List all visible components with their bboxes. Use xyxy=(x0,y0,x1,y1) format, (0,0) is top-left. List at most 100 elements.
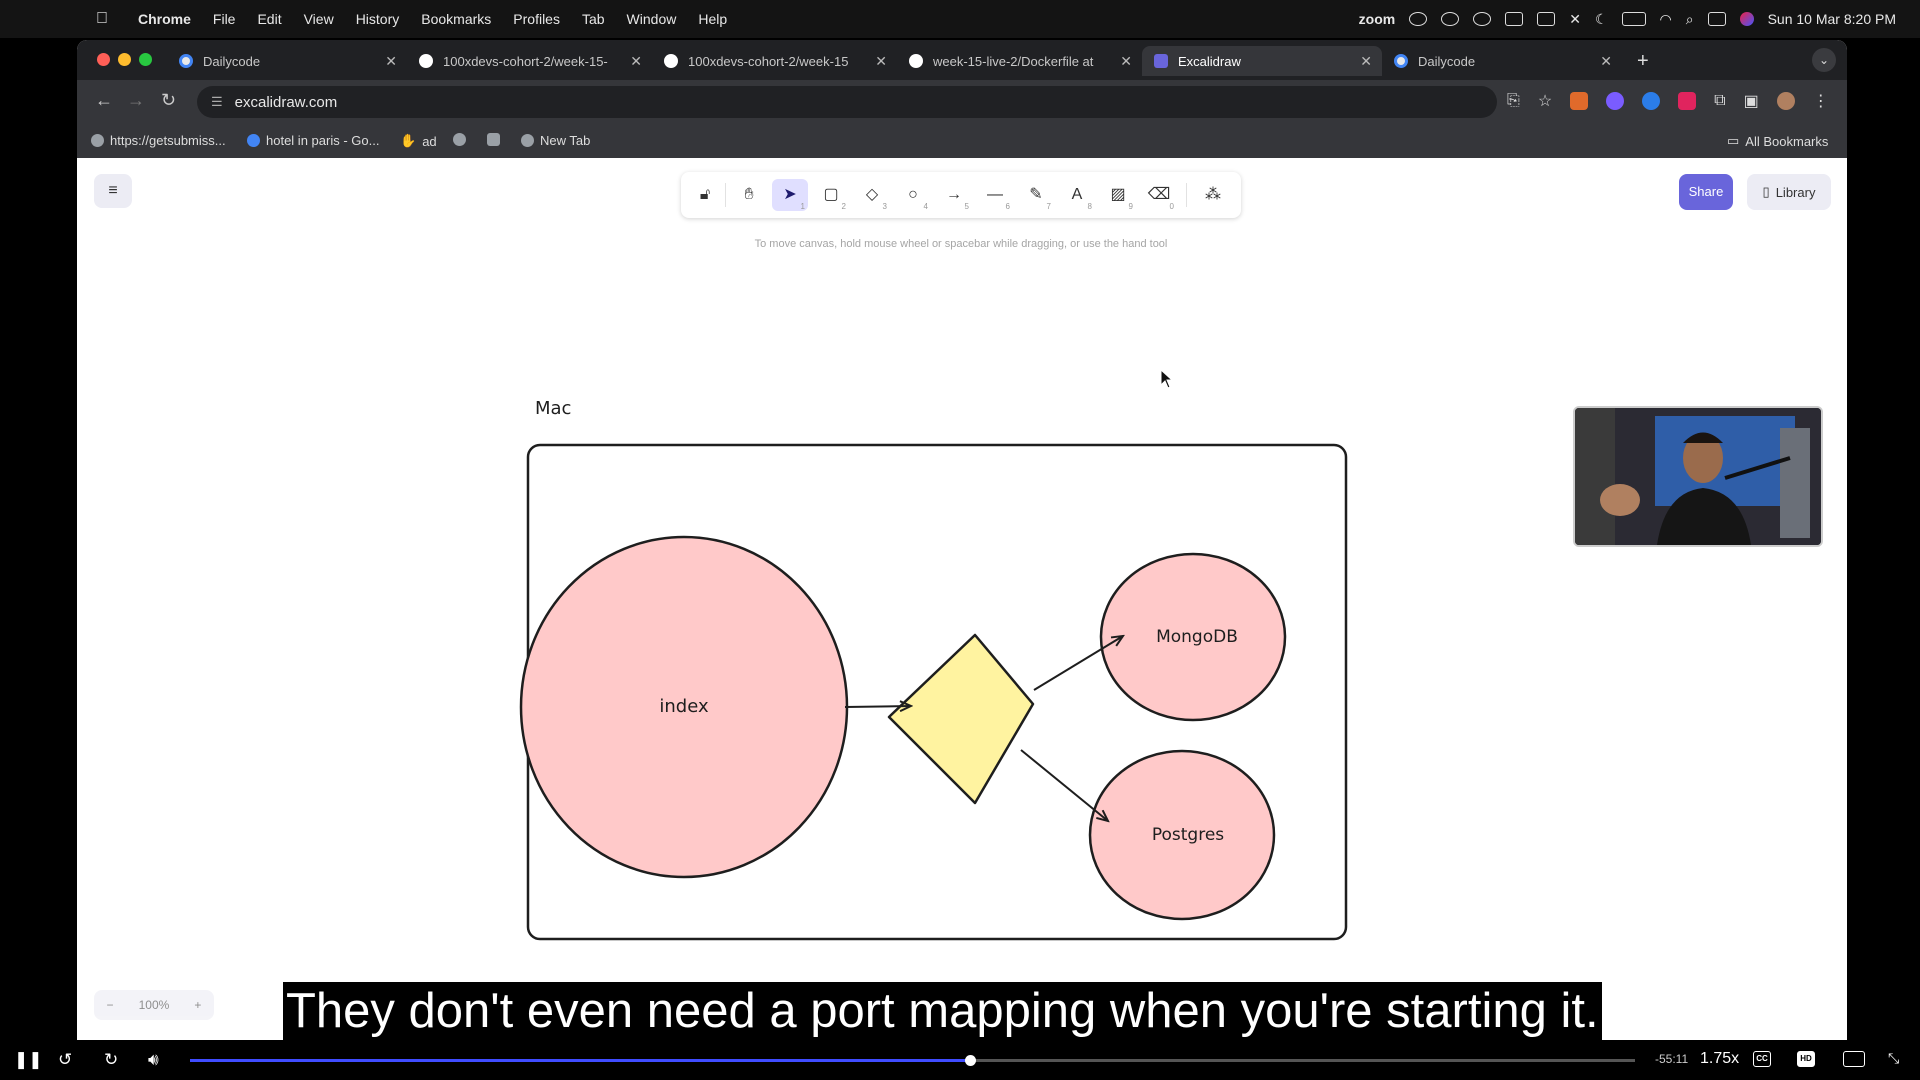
extension-3-icon[interactable] xyxy=(1642,92,1661,110)
menu-edit[interactable]: Edit xyxy=(257,11,281,27)
tab-close-icon[interactable]: ✕ xyxy=(1360,53,1372,70)
bookmark-item[interactable]: New Tab xyxy=(521,133,590,148)
menu-tab[interactable]: Tab xyxy=(582,11,605,27)
extensions-puzzle-icon[interactable]: ⧉ xyxy=(1714,92,1725,110)
rewind-icon[interactable]: ↺ xyxy=(58,1050,72,1070)
maximize-window-button[interactable] xyxy=(139,53,152,66)
menu-help[interactable]: Help xyxy=(698,11,727,27)
extension-4-icon[interactable] xyxy=(1678,92,1697,110)
zoom-level[interactable]: 100% xyxy=(139,998,170,1012)
chrome-menu-icon[interactable]: ⋮ xyxy=(1813,91,1829,111)
battery-icon[interactable] xyxy=(1621,12,1646,26)
tab-excalidraw[interactable]: Excalidraw ✕ xyxy=(1142,46,1382,76)
tab-github-2[interactable]: 100xdevs-cohort-2/week-15 ✕ xyxy=(652,46,897,76)
wifi-icon[interactable]: ◠ xyxy=(1660,11,1672,28)
frame-label[interactable]: Mac xyxy=(535,398,571,419)
site-info-icon[interactable]: ☰ xyxy=(211,94,223,110)
mouse-cursor-icon xyxy=(1160,369,1174,389)
all-bookmarks[interactable]: ▭ All Bookmarks xyxy=(1727,133,1828,149)
extension-1-icon[interactable] xyxy=(1570,92,1589,110)
url-text[interactable]: excalidraw.com xyxy=(235,94,338,111)
arrow-to-postgres[interactable] xyxy=(1020,749,1108,821)
menu-profiles[interactable]: Profiles xyxy=(513,11,560,27)
bookmark-item[interactable]: ✋ ad xyxy=(400,133,437,149)
zoom-out-icon[interactable]: − xyxy=(107,998,114,1012)
picture-in-picture-icon[interactable] xyxy=(1843,1051,1865,1067)
tab-label: 100xdevs-cohort-2/week-15- xyxy=(443,53,608,69)
new-tab-icon[interactable]: + xyxy=(1637,50,1649,73)
zoom-controls[interactable]: − 100% + xyxy=(94,990,214,1020)
menu-view[interactable]: View xyxy=(304,11,334,27)
reload-icon[interactable]: ↻ xyxy=(161,90,176,111)
clipboard-icon[interactable] xyxy=(1537,12,1556,26)
address-bar[interactable]: ☰ excalidraw.com xyxy=(197,86,1497,118)
apple-icon[interactable]:  xyxy=(96,10,116,28)
bookmark-star-icon[interactable]: ☆ xyxy=(1538,91,1552,111)
volume-icon[interactable]: 🔊︎ xyxy=(148,1050,159,1070)
menu-extra-icon[interactable] xyxy=(1473,12,1492,26)
all-bookmarks-label: All Bookmarks xyxy=(1745,133,1829,149)
raised-hand-icon[interactable] xyxy=(1441,12,1460,26)
zoom-in-icon[interactable]: + xyxy=(194,998,201,1012)
tab-strip: Dailycode ✕ 100xdevs-cohort-2/week-15- ✕… xyxy=(77,40,1847,80)
pause-icon[interactable]: ❚❚ xyxy=(14,1050,43,1070)
tab-github-3[interactable]: week-15-live-2/Dockerfile at ✕ xyxy=(897,46,1142,76)
close-status-icon[interactable]: ✕ xyxy=(1569,11,1581,28)
tab-dailycode-2[interactable]: Dailycode ✕ xyxy=(1382,46,1622,76)
mongodb-label[interactable]: MongoDB xyxy=(1156,627,1238,647)
tab-dailycode-1[interactable]: Dailycode ✕ xyxy=(167,46,407,76)
router-diamond[interactable] xyxy=(887,633,1035,805)
menu-file[interactable]: File xyxy=(213,11,236,27)
tab-close-icon[interactable]: ✕ xyxy=(1120,53,1132,70)
extension-2-icon[interactable] xyxy=(1606,92,1625,110)
side-panel-icon[interactable]: ▣ xyxy=(1744,91,1759,111)
tab-close-icon[interactable]: ✕ xyxy=(875,53,887,70)
siri-icon[interactable] xyxy=(1739,12,1754,26)
tab-close-icon[interactable]: ✕ xyxy=(385,53,397,70)
moon-icon[interactable]: ☾ xyxy=(1595,11,1608,28)
tab-search-chevron-icon[interactable]: ⌄ xyxy=(1812,48,1836,72)
closed-captions-icon[interactable]: CC xyxy=(1753,1051,1771,1067)
status-app-icon[interactable] xyxy=(1409,12,1428,26)
forward-arrow-icon[interactable]: → xyxy=(127,90,145,111)
control-center-icon[interactable] xyxy=(1707,12,1726,26)
arrow-index-to-diamond[interactable] xyxy=(844,706,911,707)
bookmark-item[interactable] xyxy=(487,133,500,146)
excalidraw-canvas[interactable]: ≡ 🔓︎ ✋︎ ➤ 1 ▢ 2 ◇ 3 ○ 4 → 5 —6 ✎ 7 A8 ▨ 9 ⌫ 0 ⁂ … xyxy=(77,158,1847,1040)
presenter-video-thumbnail xyxy=(1575,408,1821,545)
calendar-icon[interactable] xyxy=(1505,12,1524,26)
close-window-button[interactable] xyxy=(97,53,110,66)
spotlight-search-icon[interactable]: ⌕ xyxy=(1686,11,1694,28)
hd-icon[interactable]: HD xyxy=(1797,1051,1815,1067)
menu-history[interactable]: History xyxy=(356,11,400,27)
install-app-icon[interactable]: ⎘ xyxy=(1507,92,1520,110)
back-arrow-icon[interactable]: ← xyxy=(95,90,113,111)
forward-icon[interactable]: ↻ xyxy=(104,1050,118,1070)
menu-app-name[interactable]: Chrome xyxy=(138,11,191,27)
chrome-window: Dailycode ✕ 100xdevs-cohort-2/week-15- ✕… xyxy=(77,40,1847,1040)
tab-close-icon[interactable]: ✕ xyxy=(1600,53,1612,70)
tab-github-1[interactable]: 100xdevs-cohort-2/week-15- ✕ xyxy=(407,46,652,76)
bookmark-item[interactable] xyxy=(453,133,466,146)
tab-label: Dailycode xyxy=(203,53,261,69)
index-label[interactable]: index xyxy=(659,696,709,717)
menu-window[interactable]: Window xyxy=(627,11,677,27)
datetime[interactable]: Sun 10 Mar 8:20 PM xyxy=(1768,11,1896,27)
tab-close-icon[interactable]: ✕ xyxy=(630,53,642,70)
profile-avatar[interactable] xyxy=(1776,92,1795,110)
extension-area: ⎘ ☆ ⧉ ▣ ⋮ xyxy=(1507,91,1829,111)
zoom-status[interactable]: zoom xyxy=(1359,11,1396,27)
bookmark-item[interactable]: https://getsubmiss... xyxy=(91,133,226,148)
seek-handle[interactable] xyxy=(965,1055,977,1066)
bookmark-label: ad xyxy=(422,133,437,149)
seek-bar[interactable] xyxy=(190,1055,1635,1066)
playback-speed[interactable]: 1.75x xyxy=(1700,1050,1739,1068)
postgres-label[interactable]: Postgres xyxy=(1152,825,1224,845)
minimize-window-button[interactable] xyxy=(118,53,131,66)
globe-icon xyxy=(521,134,534,147)
webcam-overlay[interactable] xyxy=(1573,406,1823,547)
menu-bookmarks[interactable]: Bookmarks xyxy=(421,11,491,27)
dailycode-favicon-icon xyxy=(179,54,193,68)
bookmark-item[interactable]: hotel in paris - Go... xyxy=(247,133,379,148)
exit-fullscreen-icon[interactable]: ⤡ xyxy=(1888,1050,1899,1067)
